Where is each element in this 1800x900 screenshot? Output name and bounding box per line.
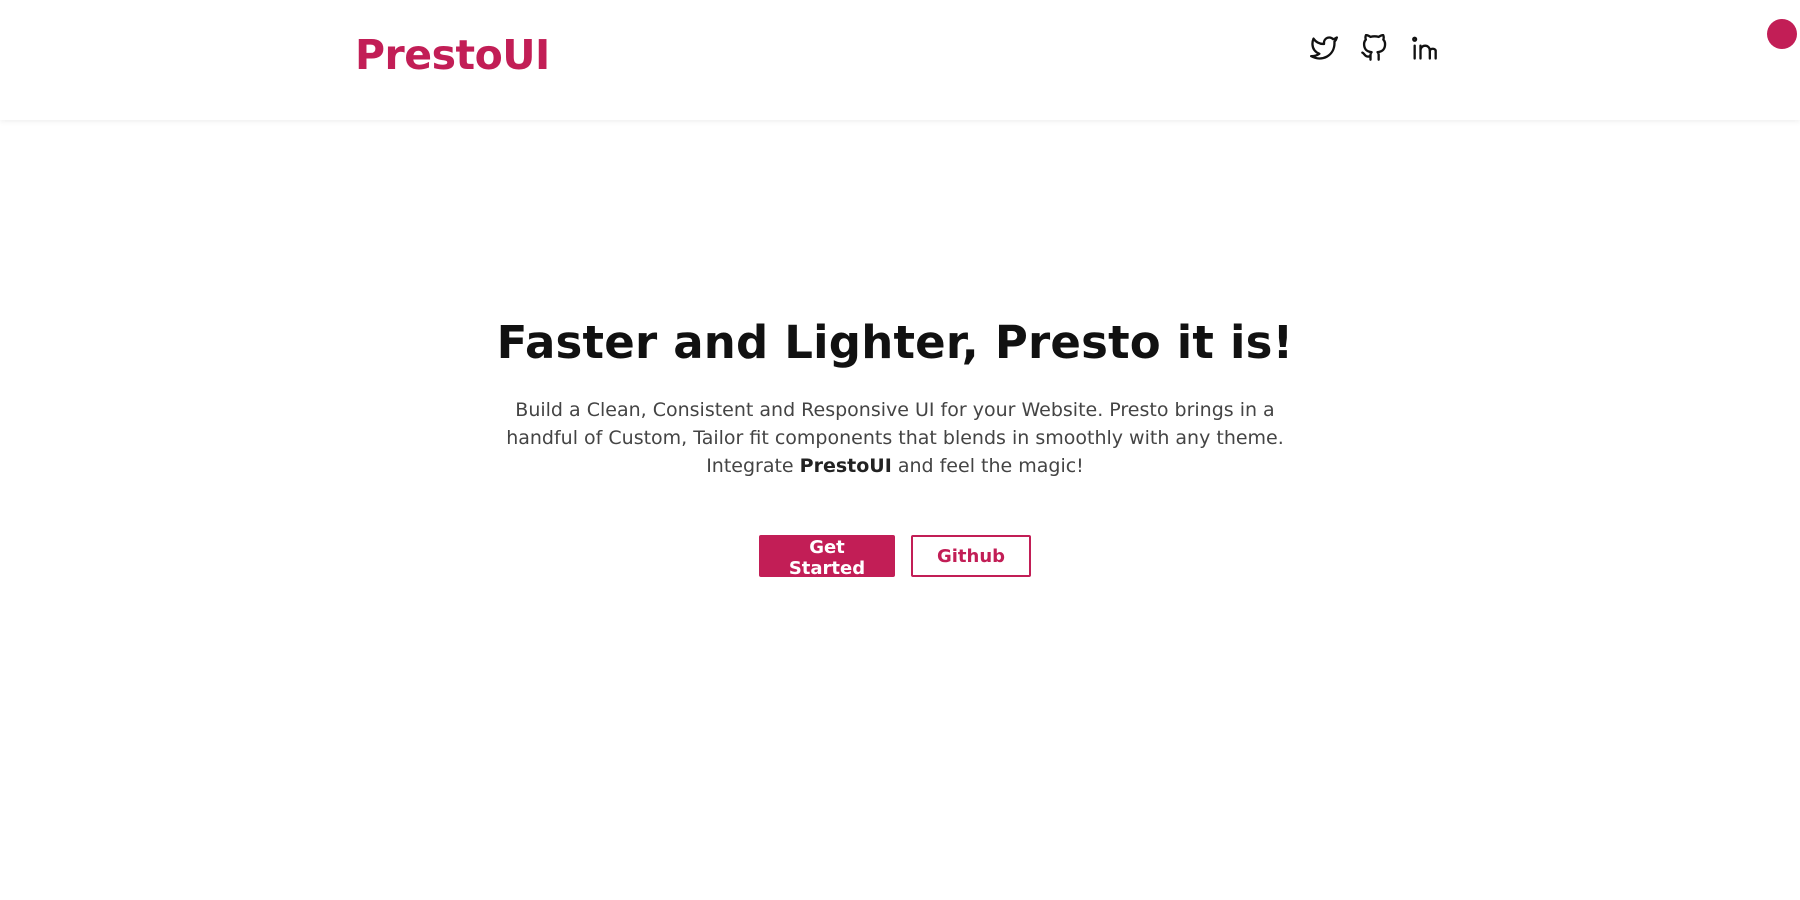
- brand-logo[interactable]: PrestoUI: [355, 30, 550, 80]
- hero-section: Faster and Lighter, Presto it is! Build …: [0, 310, 1790, 579]
- hero-title: Faster and Lighter, Presto it is!: [496, 316, 1294, 369]
- linkedin-icon: [1412, 36, 1437, 60]
- hero-description-suffix: and feel the magic!: [891, 455, 1084, 477]
- twitter-icon: [1310, 36, 1338, 60]
- hero-description-text: Build a Clean, Consistent and Responsive…: [506, 399, 1284, 449]
- hero-description-emphasis: PrestoUI: [799, 455, 892, 477]
- github-button[interactable]: Github: [911, 535, 1031, 577]
- hero-actions: Get Started Github: [0, 535, 1790, 579]
- github-icon: [1361, 34, 1387, 61]
- hero-description: Build a Clean, Consistent and Responsive…: [500, 396, 1290, 480]
- hero-description-prefix: Integrate: [706, 455, 800, 477]
- github-link[interactable]: [1360, 34, 1388, 62]
- theme-toggle-button[interactable]: [1767, 19, 1797, 49]
- get-started-button[interactable]: Get Started: [759, 535, 895, 579]
- social-links: [1310, 34, 1438, 62]
- linkedin-link[interactable]: [1410, 34, 1438, 62]
- navbar: PrestoUI: [0, 0, 1800, 120]
- twitter-link[interactable]: [1310, 34, 1338, 62]
